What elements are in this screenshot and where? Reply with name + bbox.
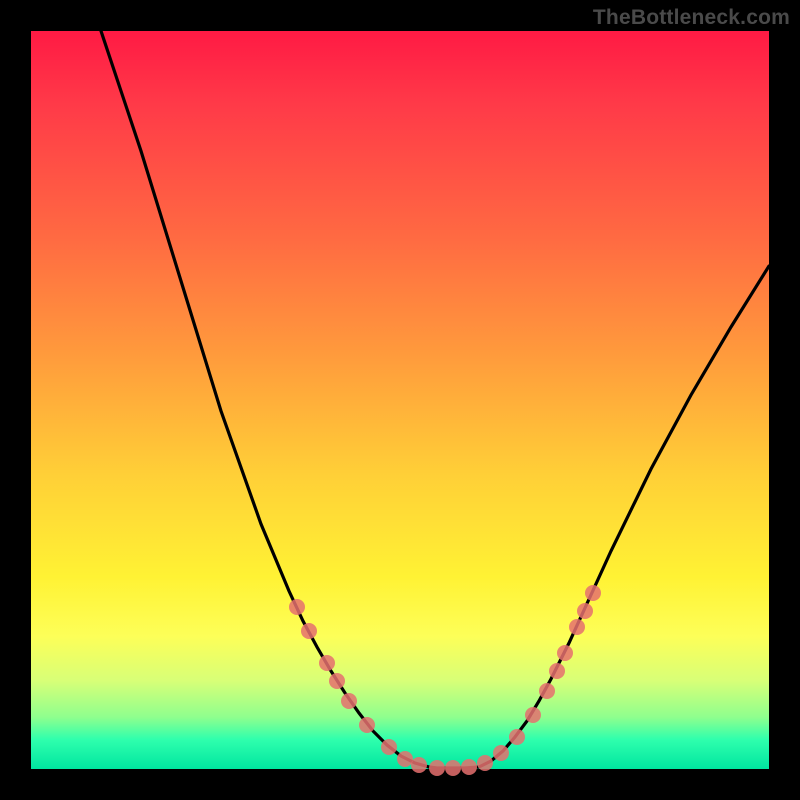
marker-point [429, 760, 445, 776]
marker-point [585, 585, 601, 601]
watermark-text: TheBottleneck.com [593, 6, 790, 30]
curve-left-branch [101, 31, 429, 767]
marker-point [557, 645, 573, 661]
marker-point [341, 693, 357, 709]
marker-point [477, 755, 493, 771]
marker-point [301, 623, 317, 639]
marker-point [445, 760, 461, 776]
curve-right-branch [479, 266, 769, 767]
marker-point [289, 599, 305, 615]
chart-frame: TheBottleneck.com [0, 0, 800, 800]
curve-svg [31, 31, 769, 769]
highlighted-points [289, 585, 601, 776]
marker-point [493, 745, 509, 761]
marker-point [539, 683, 555, 699]
marker-point [319, 655, 335, 671]
marker-point [577, 603, 593, 619]
marker-point [329, 673, 345, 689]
marker-point [381, 739, 397, 755]
marker-point [525, 707, 541, 723]
marker-point [411, 757, 427, 773]
marker-point [461, 759, 477, 775]
marker-point [549, 663, 565, 679]
marker-point [359, 717, 375, 733]
plot-area [31, 31, 769, 769]
marker-point [397, 751, 413, 767]
marker-point [569, 619, 585, 635]
marker-point [509, 729, 525, 745]
